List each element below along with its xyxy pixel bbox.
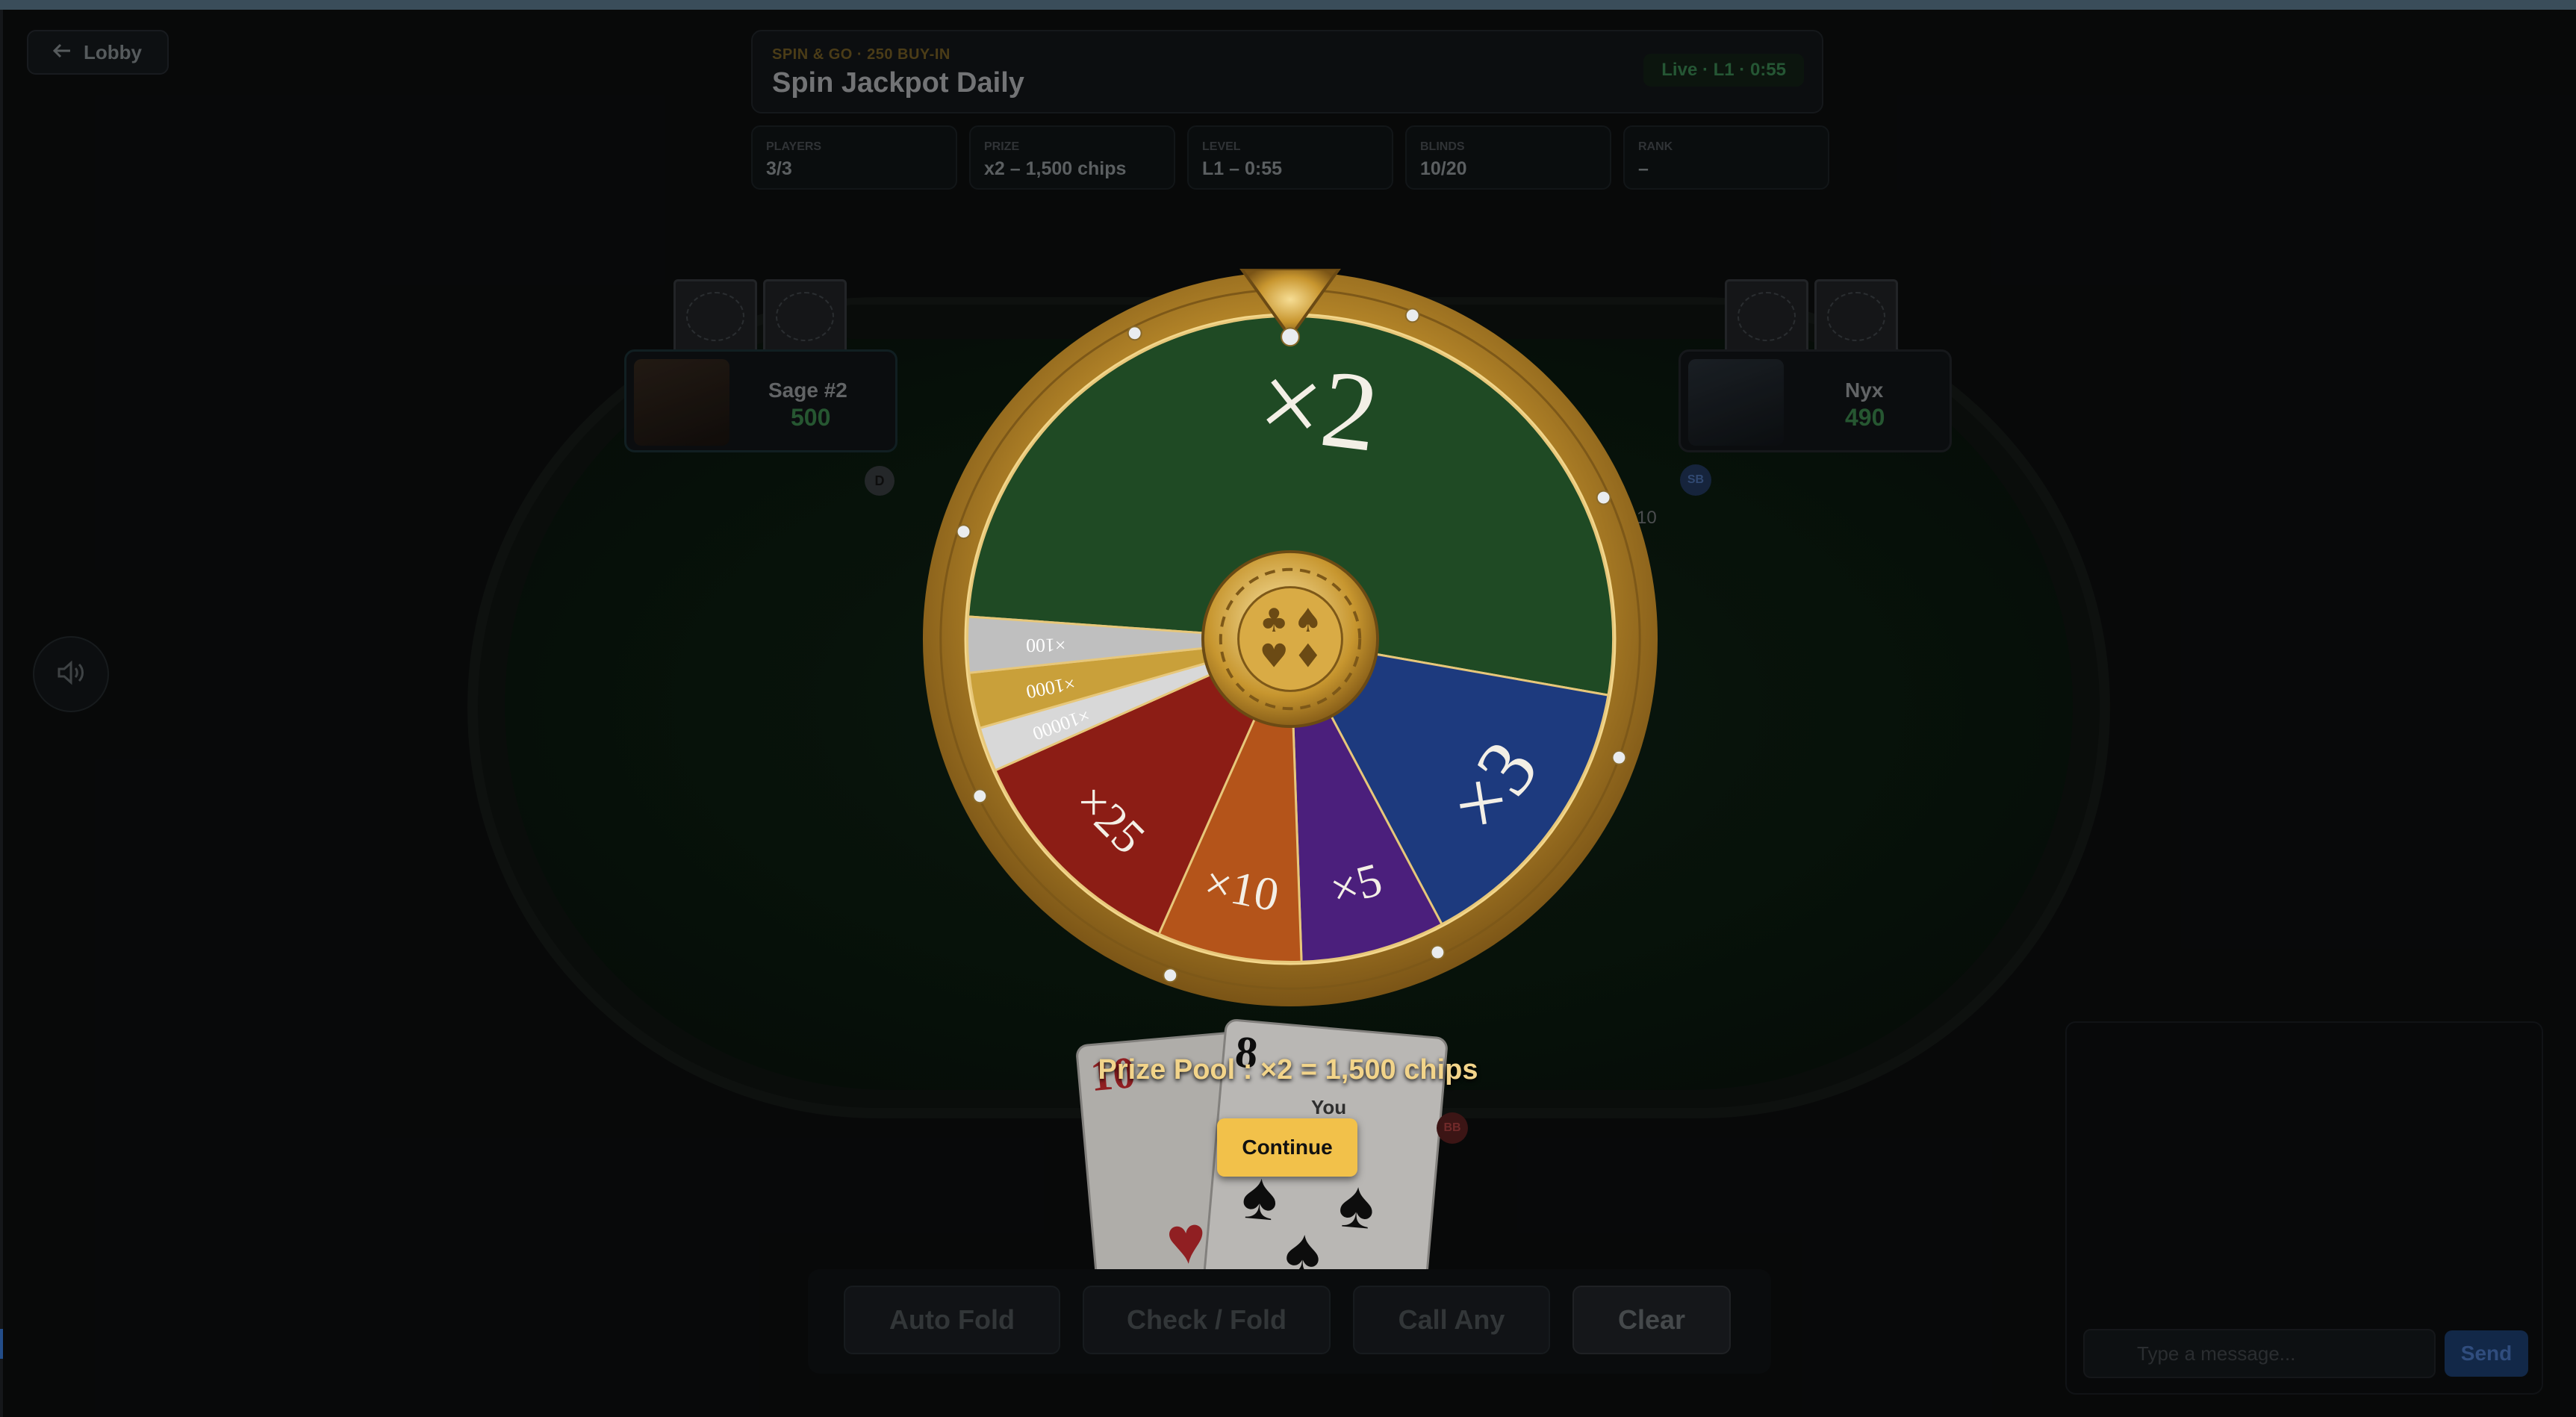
check-fold-button[interactable]: Check / Fold xyxy=(1083,1286,1331,1354)
card-back xyxy=(763,279,847,354)
wheel-segment-label: ×2 xyxy=(1253,339,1385,476)
hero-name: You xyxy=(1311,1096,1347,1118)
prize-result-text: Prize Pool : ×2 = 1,500 chips xyxy=(1098,1054,1478,1086)
auto-fold-button[interactable]: Auto Fold xyxy=(844,1286,1060,1354)
stat-value: L1 – 0:55 xyxy=(1202,158,1283,179)
avatar xyxy=(1688,359,1784,446)
player-chips: 500 xyxy=(791,404,831,431)
window-top-bar xyxy=(0,0,2576,10)
avatar xyxy=(634,359,729,446)
arrow-left-icon xyxy=(52,41,72,64)
wheel-segment-label: ×100 xyxy=(1026,634,1066,656)
live-status-badge: Live · L1 · 0:55 xyxy=(1643,54,1804,87)
stat-label: PRIZE xyxy=(984,140,1020,153)
stat-label: RANK xyxy=(1638,140,1673,153)
call-any-button[interactable]: Call Any xyxy=(1353,1286,1550,1354)
card-back xyxy=(1725,279,1808,354)
stat-value: 10/20 xyxy=(1420,158,1467,179)
spade-icon: ♠ xyxy=(1335,1166,1378,1244)
window-edge-marker xyxy=(0,1329,3,1359)
seat-left-player[interactable]: Sage #2 500 xyxy=(624,349,897,452)
spade-icon: ♠ xyxy=(1293,602,1322,640)
send-button[interactable]: Send xyxy=(2445,1330,2528,1377)
dealer-button: D xyxy=(865,466,895,496)
big-blind-badge: BB xyxy=(1437,1112,1468,1144)
tournament-title: Spin Jackpot Daily xyxy=(772,67,1024,99)
lobby-button-label: Lobby xyxy=(84,40,142,63)
player-name: Sage #2 xyxy=(768,379,847,402)
wheel-hub: ♣ ♠ ♥ ♦ xyxy=(1201,549,1380,729)
sound-toggle-button[interactable] xyxy=(33,636,109,712)
stat-rank: RANK – xyxy=(1623,125,1829,190)
stat-label: PLAYERS xyxy=(766,140,822,153)
card-back xyxy=(673,279,757,354)
stat-value: x2 – 1,500 chips xyxy=(984,158,1127,179)
chat-input[interactable]: Type a message... xyxy=(2083,1329,2436,1378)
tournament-header: SPIN & GO · 250 BUY-IN Spin Jackpot Dail… xyxy=(751,30,1823,113)
small-blind-badge: SB xyxy=(1680,464,1711,496)
stat-value: – xyxy=(1638,158,1649,179)
stat-value: 3/3 xyxy=(766,158,792,179)
speaker-icon xyxy=(56,659,86,690)
tournament-subtitle: SPIN & GO · 250 BUY-IN xyxy=(772,46,951,63)
seat-right-player[interactable]: Nyx 490 xyxy=(1679,349,1952,452)
player-name: Nyx xyxy=(1845,379,1884,402)
clear-button[interactable]: Clear xyxy=(1572,1286,1731,1354)
card-back xyxy=(1814,279,1898,354)
stat-label: LEVEL xyxy=(1202,140,1241,153)
stat-label: BLINDS xyxy=(1420,140,1465,153)
stat-prize: PRIZE x2 – 1,500 chips xyxy=(969,125,1175,190)
continue-button[interactable]: Continue xyxy=(1217,1118,1357,1177)
stat-level: LEVEL L1 – 0:55 xyxy=(1187,125,1393,190)
window-left-edge xyxy=(0,10,3,1417)
stat-players: PLAYERS 3/3 xyxy=(751,125,957,190)
diamond-icon: ♦ xyxy=(1293,638,1322,676)
player-chips: 490 xyxy=(1845,404,1885,431)
lobby-button[interactable]: Lobby xyxy=(27,30,169,75)
stat-blinds: BLINDS 10/20 xyxy=(1405,125,1611,190)
club-icon: ♣ xyxy=(1260,602,1289,640)
prize-wheel: ×2×3×5×10×25×10000×1000×100 ♣ ♠ ♥ ♦ xyxy=(922,269,1658,1007)
heart-icon: ♥ xyxy=(1260,638,1289,676)
